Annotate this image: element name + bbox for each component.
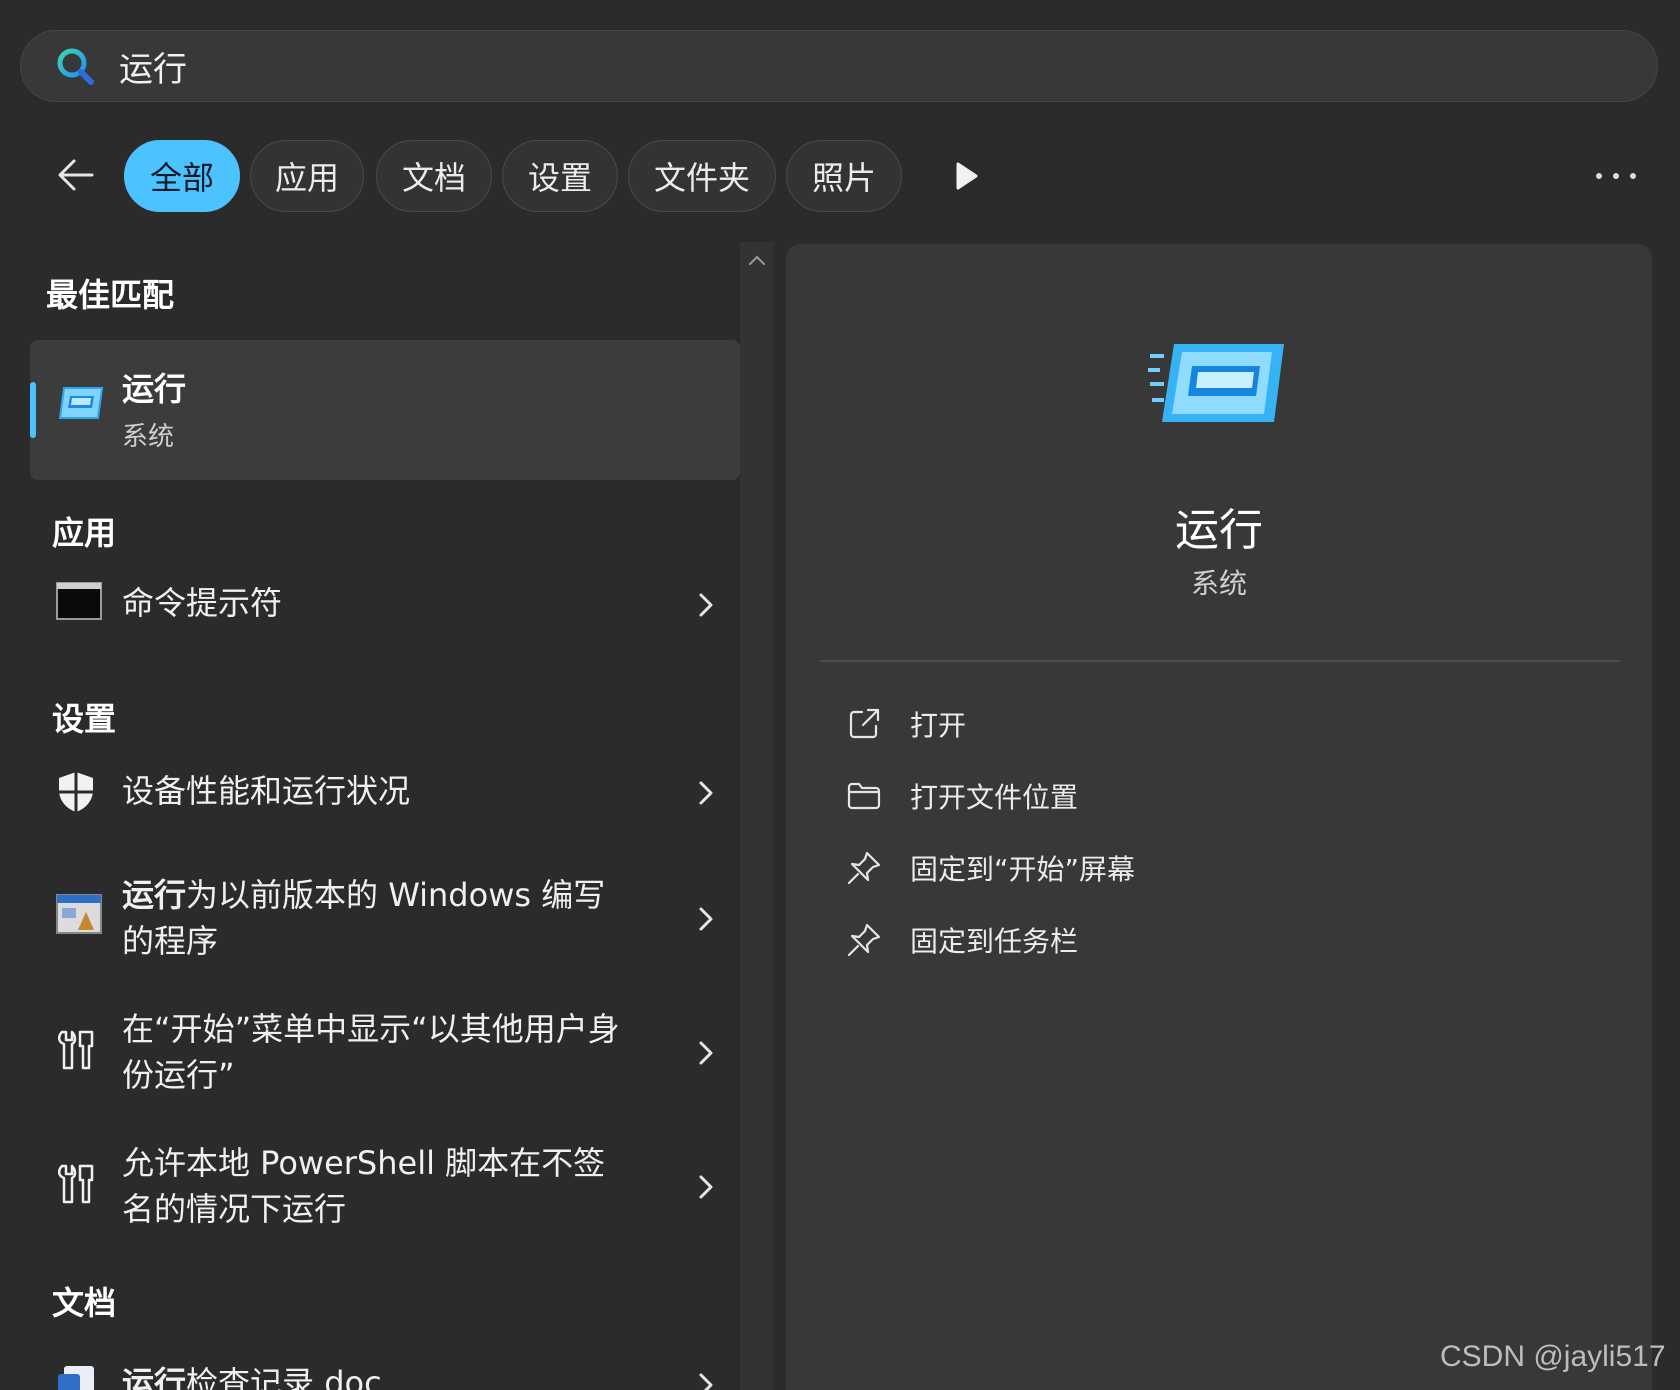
back-button[interactable] (54, 150, 98, 200)
watermark: CSDN @jayli517 (1440, 1340, 1666, 1373)
results-scrollbar[interactable] (740, 242, 774, 1390)
action-pin-to-start[interactable]: 固定到“开始”屏幕 (846, 844, 1135, 892)
dot (1630, 173, 1636, 179)
result-command-prompt[interactable]: 命令提示符 (30, 570, 740, 638)
tab-all[interactable]: 全部 (124, 140, 240, 212)
word-doc-icon (58, 1366, 94, 1390)
section-documents: 文档 (52, 1284, 117, 1322)
chevron-right-icon (699, 781, 713, 805)
chevron-right-icon (699, 1373, 713, 1390)
detail-title: 运行 (1175, 505, 1263, 556)
search-window: 全部 应用 文档 设置 文件夹 照片 最佳匹配 运行 系统 应用 (0, 0, 1680, 1390)
result-run-as-other-user[interactable]: 在“开始”菜单中显示“以其他用户身份运行” (30, 998, 740, 1108)
match-highlight: 运行 (122, 1364, 187, 1390)
search-bar[interactable] (20, 30, 1658, 102)
results-list: 最佳匹配 运行 系统 应用 命令提示符 设置 设备性能和运行状况 运行为以前版本… (0, 242, 740, 1390)
dot (1596, 173, 1602, 179)
pin-icon (847, 851, 881, 885)
chevron-right-icon (699, 907, 713, 931)
tab-folders[interactable]: 文件夹 (628, 140, 776, 212)
result-powershell-scripts[interactable]: 允许本地 PowerShell 脚本在不签名的情况下运行 (30, 1132, 740, 1242)
dot (1613, 173, 1619, 179)
more-tabs-play-icon[interactable] (952, 160, 980, 192)
chevron-right-icon (699, 1175, 713, 1199)
action-label: 固定到“开始”屏幕 (910, 853, 1136, 886)
tab-photos[interactable]: 照片 (786, 140, 902, 212)
section-settings: 设置 (52, 700, 117, 738)
detail-subtitle: 系统 (1190, 567, 1247, 600)
run-dialog-icon (1148, 344, 1284, 422)
result-label: 运行为以前版本的 Windows 编写的程序 (122, 872, 622, 964)
open-external-icon (849, 708, 880, 739)
search-icon (57, 48, 94, 85)
pin-icon (847, 923, 881, 957)
best-match-subtitle: 系统 (122, 422, 175, 452)
result-label: 设备性能和运行状况 (122, 772, 411, 810)
best-match-item[interactable]: 运行 系统 (30, 340, 740, 480)
developer-tools-icon (58, 1164, 94, 1204)
detail-divider (820, 660, 1620, 662)
more-options-button[interactable] (1596, 160, 1636, 192)
action-open[interactable]: 打开 (846, 700, 966, 748)
selection-indicator (30, 382, 36, 438)
shield-icon (59, 772, 93, 812)
folder-icon (847, 782, 881, 810)
match-highlight: 运行 (122, 876, 187, 914)
scroll-up-arrow-icon[interactable] (748, 254, 766, 266)
action-open-file-location[interactable]: 打开文件位置 (846, 772, 1078, 820)
developer-tools-icon (58, 1030, 94, 1070)
result-compatibility[interactable]: 运行为以前版本的 Windows 编写的程序 (30, 864, 740, 974)
command-prompt-icon (56, 582, 102, 620)
action-pin-to-taskbar[interactable]: 固定到任务栏 (846, 916, 1078, 964)
run-dialog-icon (58, 387, 104, 419)
tab-apps[interactable]: 应用 (250, 140, 364, 212)
result-label: 在“开始”菜单中显示“以其他用户身份运行” (122, 1010, 620, 1094)
label-rest: 检查记录.doc (186, 1364, 382, 1390)
best-match-title: 运行 (122, 370, 187, 408)
action-label: 打开文件位置 (910, 781, 1079, 814)
tab-settings[interactable]: 设置 (502, 140, 618, 212)
chevron-right-icon (699, 1041, 713, 1065)
section-apps: 应用 (52, 514, 117, 552)
tab-documents[interactable]: 文档 (376, 140, 492, 212)
search-input[interactable] (119, 46, 1657, 86)
action-label: 打开 (910, 709, 967, 742)
label-rest: 为以前版本的 Windows 编写的程序 (122, 876, 606, 960)
back-arrow-icon (58, 159, 94, 191)
compatibility-icon (56, 894, 102, 934)
result-label: 允许本地 PowerShell 脚本在不签名的情况下运行 (122, 1144, 606, 1228)
detail-pane: 运行 系统 打开 打开文件位置 固定到“开始”屏幕 固定到任务栏 (786, 244, 1652, 1390)
result-label: 命令提示符 (122, 584, 283, 622)
result-document[interactable]: 运行检查记录.doc (30, 1340, 740, 1390)
chevron-right-icon (699, 593, 713, 617)
result-label: 运行检查记录.doc (122, 1360, 622, 1390)
result-device-performance[interactable]: 设备性能和运行状况 (30, 752, 740, 830)
section-best-match: 最佳匹配 (46, 276, 175, 314)
filter-tabs: 全部 应用 文档 设置 文件夹 照片 (0, 140, 1680, 212)
action-label: 固定到任务栏 (910, 925, 1079, 958)
